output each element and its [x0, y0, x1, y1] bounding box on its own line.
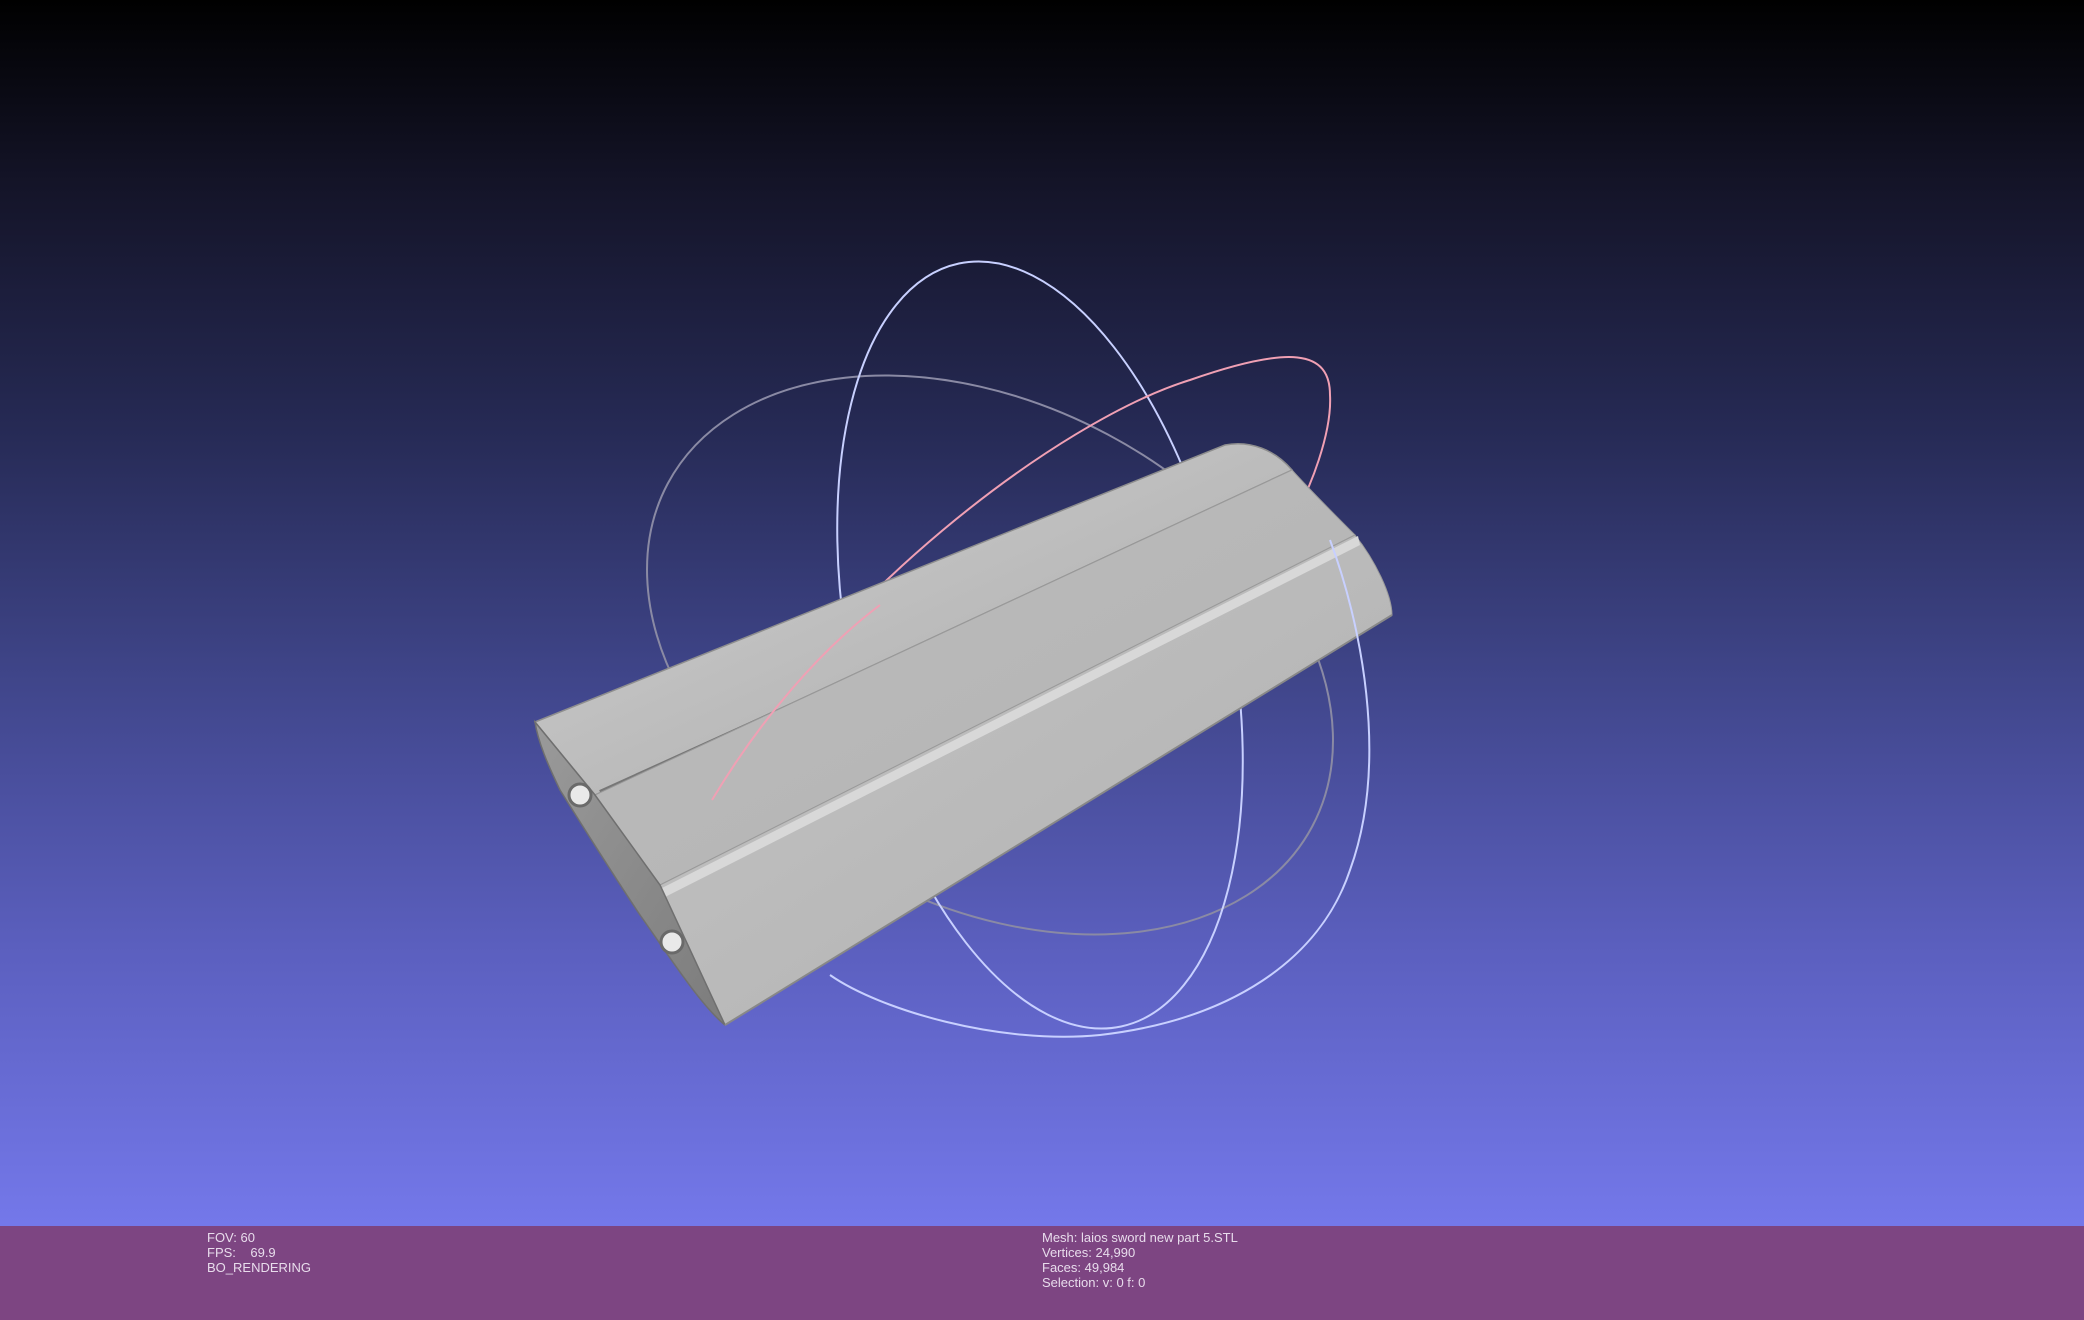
mesh-hole-lower: [659, 929, 685, 955]
selection-label: Selection:: [1042, 1275, 1100, 1290]
mesh-name-readout: Mesh: laios sword new part 5.STL: [1042, 1230, 1238, 1245]
render-mode: BO_RENDERING: [207, 1260, 312, 1275]
fov-value: 60: [240, 1230, 255, 1245]
selection-readout: Selection: v: 0 f: 0: [1042, 1275, 1238, 1290]
faces-label: Faces:: [1042, 1260, 1082, 1275]
selection-value: v: 0 f: 0: [1102, 1275, 1146, 1290]
status-info-bar: FOV: 60 FPS: 69.9 BO_RENDERING Mesh: lai…: [0, 1226, 2084, 1320]
mesh-hole-upper: [567, 782, 593, 808]
scene-canvas[interactable]: [0, 0, 2084, 1226]
3d-viewport[interactable]: [0, 0, 2084, 1226]
fps-label: FPS:: [207, 1245, 236, 1260]
mesh-model[interactable]: [533, 443, 1393, 1026]
mesh-label: Mesh:: [1042, 1230, 1078, 1245]
mesh-name: laios sword new part 5.STL: [1081, 1230, 1238, 1245]
render-stats: FOV: 60 FPS: 69.9 BO_RENDERING: [207, 1230, 311, 1275]
faces-readout: Faces: 49,984: [1042, 1260, 1238, 1275]
fps-value: 69.9: [250, 1245, 276, 1260]
fps-readout: FPS: 69.9: [207, 1245, 311, 1260]
vertices-label: Vertices:: [1042, 1245, 1092, 1260]
mesh-stats: Mesh: laios sword new part 5.STL Vertice…: [1042, 1230, 1238, 1290]
fov-label: FOV:: [207, 1230, 237, 1245]
faces-value: 49,984: [1084, 1260, 1125, 1275]
vertices-readout: Vertices: 24,990: [1042, 1245, 1238, 1260]
vertices-value: 24,990: [1095, 1245, 1136, 1260]
fov-readout: FOV: 60: [207, 1230, 311, 1245]
